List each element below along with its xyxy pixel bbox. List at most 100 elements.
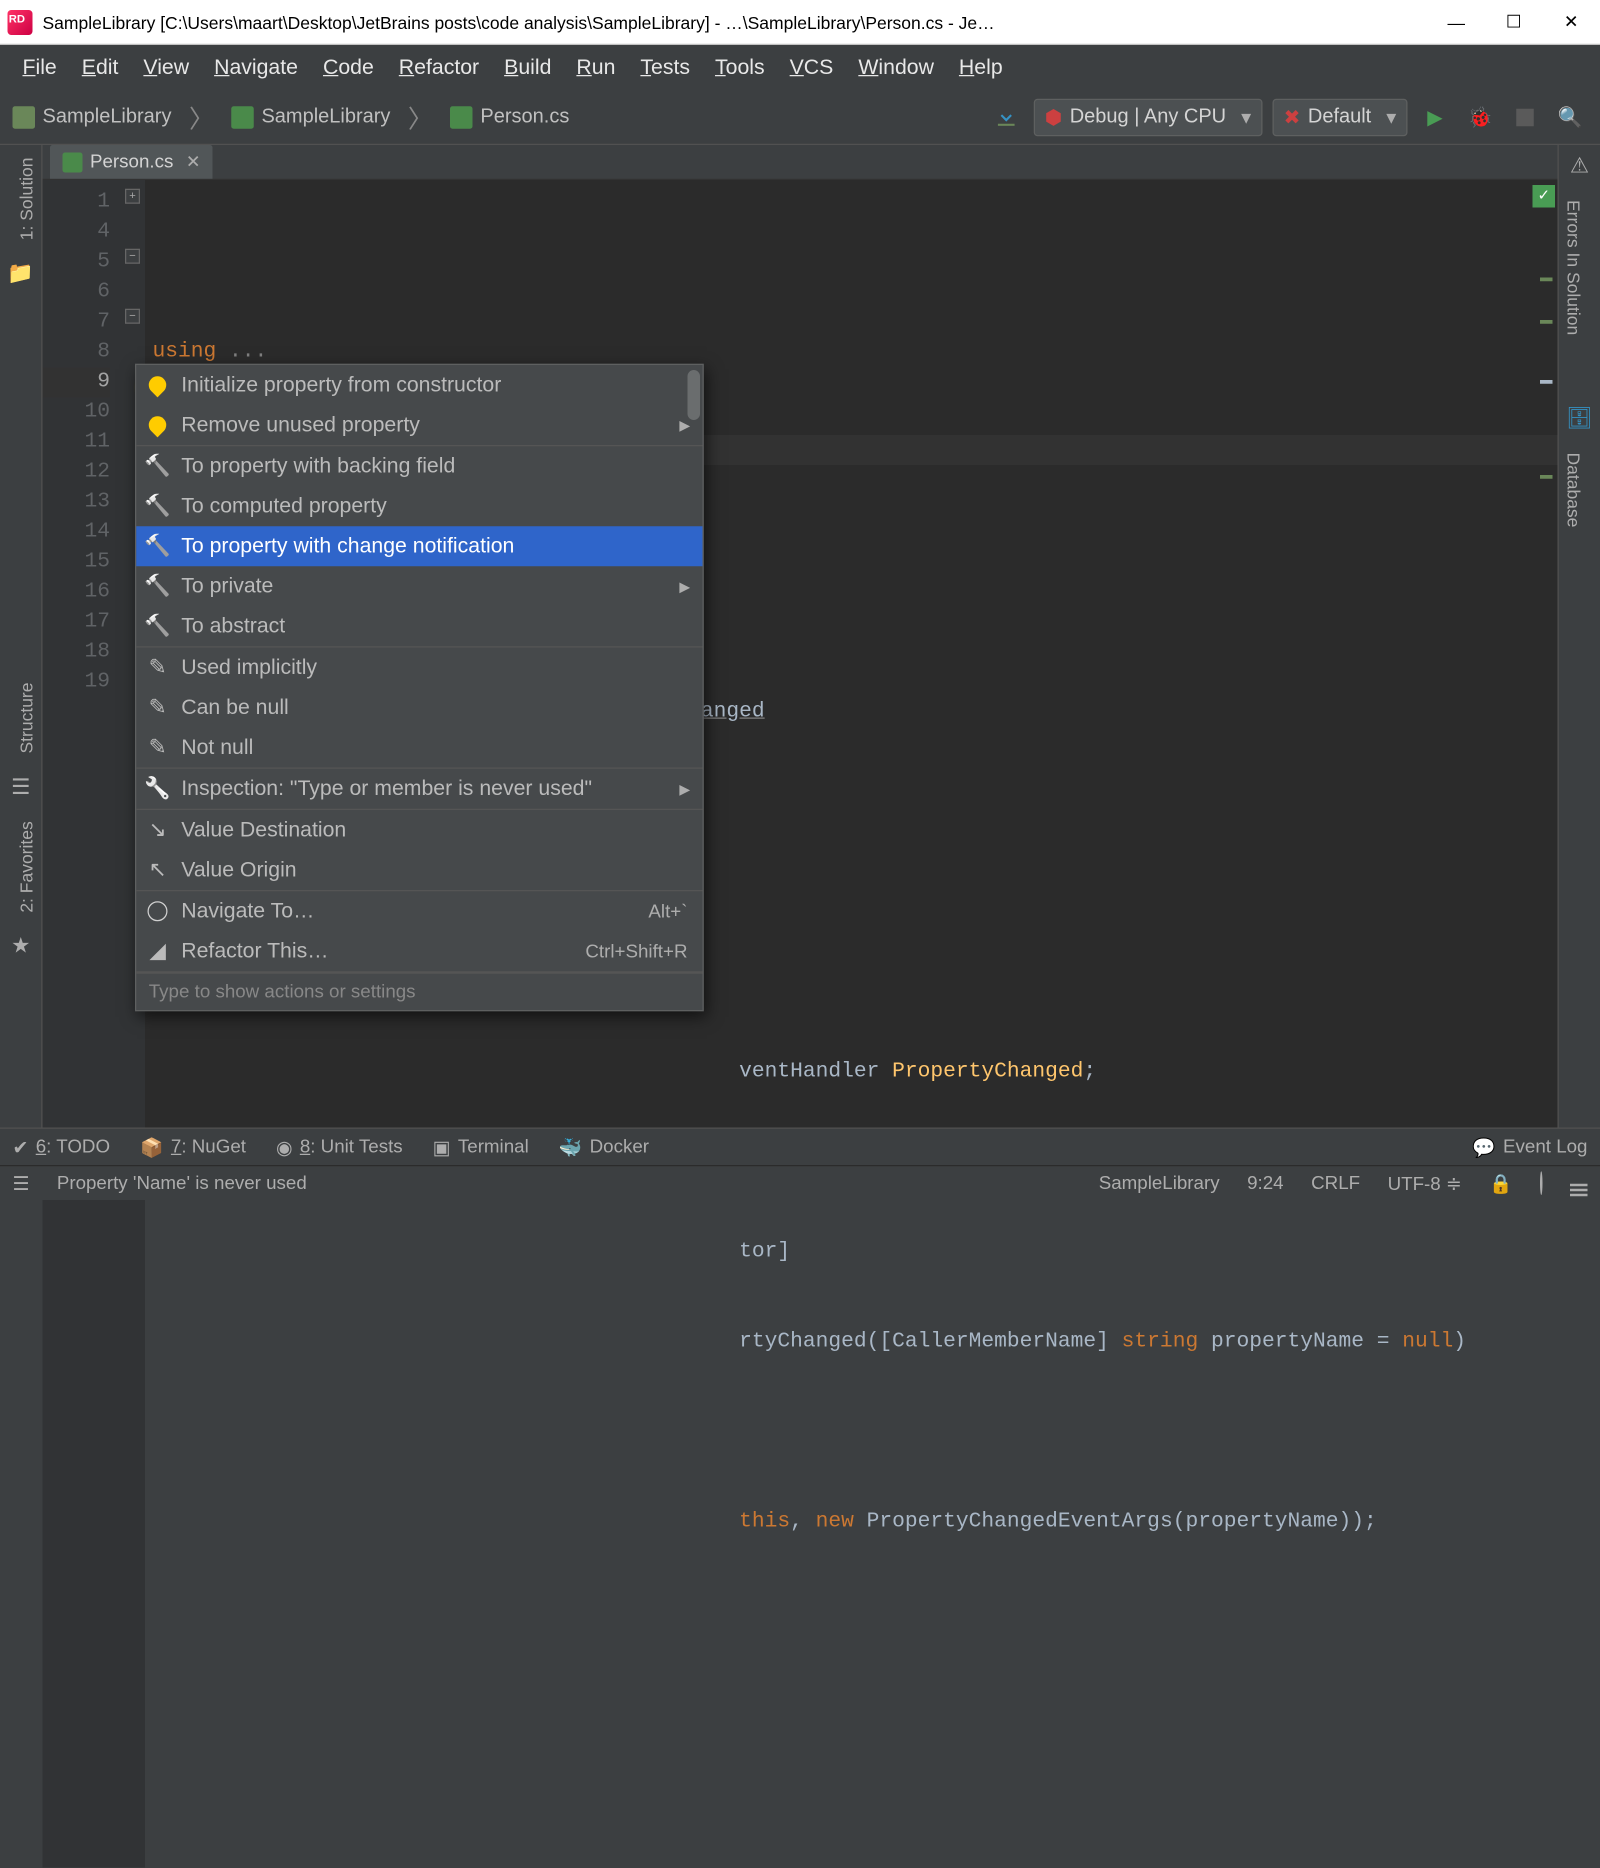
window-close-button[interactable]: ✕ bbox=[1543, 0, 1600, 44]
pencil-icon: ✎ bbox=[146, 656, 169, 679]
fold-toggle[interactable]: + bbox=[125, 189, 140, 204]
line-number[interactable]: 18 bbox=[43, 638, 111, 668]
breadcrumb-item[interactable]: SampleLibrary bbox=[231, 106, 390, 129]
run-button[interactable]: ▶ bbox=[1418, 99, 1453, 134]
status-icon: ☰ bbox=[13, 1172, 30, 1195]
menu-tools[interactable]: Tools bbox=[703, 50, 778, 85]
favorites-icon[interactable]: ★ bbox=[7, 933, 35, 961]
rail-favorites[interactable]: 2: Favorites bbox=[0, 809, 41, 925]
quickfix-item[interactable]: 🔧Inspection: "Type or member is never us… bbox=[136, 769, 702, 809]
quickfix-item[interactable]: ✎Not null bbox=[136, 728, 702, 768]
hammer-icon: 🔨 bbox=[146, 535, 169, 558]
app-icon bbox=[8, 9, 33, 34]
line-number[interactable]: 16 bbox=[43, 578, 111, 608]
quickfix-item[interactable]: Navigate To…Alt+` bbox=[136, 891, 702, 931]
quickfix-label: Value Origin bbox=[181, 858, 296, 883]
line-number[interactable]: 7 bbox=[43, 308, 111, 338]
fold-toggle[interactable]: − bbox=[125, 309, 140, 324]
menu-navigate[interactable]: Navigate bbox=[202, 50, 311, 85]
menu-edit[interactable]: Edit bbox=[69, 50, 131, 85]
breadcrumb-item[interactable]: SampleLibrary bbox=[13, 106, 172, 129]
menu-run[interactable]: Run bbox=[564, 50, 628, 85]
bottom-tool-todo[interactable]: ✔6: TODO bbox=[13, 1136, 111, 1159]
quickfix-item[interactable]: ↖Value Origin bbox=[136, 850, 702, 890]
line-number[interactable]: 4 bbox=[43, 218, 111, 248]
line-number[interactable]: 8 bbox=[43, 338, 111, 368]
menu-file[interactable]: File bbox=[10, 50, 69, 85]
quickfix-item[interactable]: 🔨To abstract bbox=[136, 606, 702, 646]
rail-errors[interactable]: Errors In Solution bbox=[1559, 188, 1600, 348]
run-config-label: Debug | Any CPU bbox=[1070, 106, 1226, 129]
shortcut-label: Ctrl+Shift+R bbox=[585, 941, 687, 962]
hammer-icon: 🔨 bbox=[146, 455, 169, 478]
quickfix-item[interactable]: 🔨To computed property bbox=[136, 486, 702, 526]
line-number[interactable]: 19 bbox=[43, 668, 111, 698]
structure-icon[interactable]: ☰ bbox=[7, 774, 35, 802]
refactor-icon: ◢ bbox=[146, 940, 169, 963]
debug-button[interactable]: 🐞 bbox=[1463, 99, 1498, 134]
quickfix-label: Navigate To… bbox=[181, 899, 314, 924]
quickfix-item[interactable]: ✎Used implicitly bbox=[136, 648, 702, 688]
bottom-tool-label: 6: TODO bbox=[36, 1136, 110, 1157]
line-number[interactable]: 13 bbox=[43, 488, 111, 518]
quickfix-label: To private bbox=[181, 574, 273, 599]
line-number[interactable]: 14 bbox=[43, 518, 111, 548]
menu-vcs[interactable]: VCS bbox=[777, 50, 846, 85]
search-button[interactable]: 🔍 bbox=[1553, 99, 1588, 134]
quickfix-item[interactable]: ✎Can be null bbox=[136, 688, 702, 728]
hammer-icon: 🔨 bbox=[146, 615, 169, 638]
close-icon[interactable]: ✕ bbox=[186, 151, 201, 172]
hammer-icon: 🔨 bbox=[146, 495, 169, 518]
settings-icon[interactable] bbox=[1570, 1170, 1588, 1196]
database-icon[interactable]: 🗄 bbox=[1566, 405, 1594, 433]
errors-icon[interactable]: ⚠ bbox=[1566, 153, 1594, 181]
cs-file-icon bbox=[450, 106, 473, 129]
cs-file-icon bbox=[231, 106, 254, 129]
line-number[interactable]: 5 bbox=[43, 248, 111, 278]
build-solution-button[interactable] bbox=[989, 99, 1024, 134]
stop-button[interactable] bbox=[1508, 99, 1543, 134]
editor-tabs: Person.cs ✕ bbox=[43, 145, 1558, 180]
quickfix-item[interactable]: ↘Value Destination bbox=[136, 810, 702, 850]
menu-window[interactable]: Window bbox=[846, 50, 947, 85]
solution-icon[interactable]: 📁 bbox=[7, 260, 35, 288]
line-number[interactable]: 10 bbox=[43, 398, 111, 428]
rail-structure[interactable]: Structure bbox=[0, 670, 41, 766]
lightbulb-icon bbox=[146, 374, 169, 397]
menu-code[interactable]: Code bbox=[310, 50, 386, 85]
run-config-select[interactable]: ⬢ Debug | Any CPU bbox=[1034, 98, 1263, 136]
line-number[interactable]: 17 bbox=[43, 608, 111, 638]
menu-build[interactable]: Build bbox=[492, 50, 564, 85]
quickfix-item[interactable]: 🔨To private▶ bbox=[136, 566, 702, 606]
line-number[interactable]: 12 bbox=[43, 458, 111, 488]
menu-tests[interactable]: Tests bbox=[628, 50, 703, 85]
chevron-right-icon: 〉 bbox=[408, 99, 433, 135]
menu-view[interactable]: View bbox=[131, 50, 202, 85]
quickfix-item[interactable]: Initialize property from constructor bbox=[136, 365, 702, 405]
line-number[interactable]: 15 bbox=[43, 548, 111, 578]
quickfix-label: Refactor This… bbox=[181, 939, 328, 964]
line-number[interactable]: 6 bbox=[43, 278, 111, 308]
solution-config-select[interactable]: ✖ Default bbox=[1272, 98, 1407, 136]
line-number[interactable]: 1 bbox=[43, 188, 111, 218]
menu-refactor[interactable]: Refactor bbox=[386, 50, 491, 85]
quickfix-item[interactable]: ◢ Refactor This… Ctrl+Shift+R bbox=[136, 931, 702, 971]
line-number[interactable]: 9 bbox=[43, 368, 111, 398]
quickfix-label: Can be null bbox=[181, 695, 289, 720]
breadcrumb-item[interactable]: Person.cs bbox=[450, 106, 569, 129]
quickfix-item[interactable]: 🔨To property with change notification bbox=[136, 526, 702, 566]
tab-person-cs[interactable]: Person.cs ✕ bbox=[50, 145, 213, 179]
arrow-down-right-icon: ↘ bbox=[146, 819, 169, 842]
window-maximize-button[interactable]: ☐ bbox=[1485, 0, 1543, 44]
scrollbar-thumb[interactable] bbox=[688, 370, 701, 420]
quickfix-item[interactable]: 🔨To property with backing field bbox=[136, 446, 702, 486]
breadcrumb: SampleLibrary〉SampleLibrary〉Person.cs bbox=[13, 99, 989, 135]
line-number[interactable]: 11 bbox=[43, 428, 111, 458]
fold-toggle[interactable]: − bbox=[125, 249, 140, 264]
window-minimize-button[interactable]: — bbox=[1428, 0, 1486, 44]
folder-icon bbox=[13, 106, 36, 129]
quickfix-item[interactable]: Remove unused property▶ bbox=[136, 405, 702, 445]
menu-help[interactable]: Help bbox=[946, 50, 1015, 85]
rail-solution[interactable]: 1: Solution bbox=[0, 145, 41, 253]
rail-database[interactable]: Database bbox=[1559, 440, 1600, 540]
